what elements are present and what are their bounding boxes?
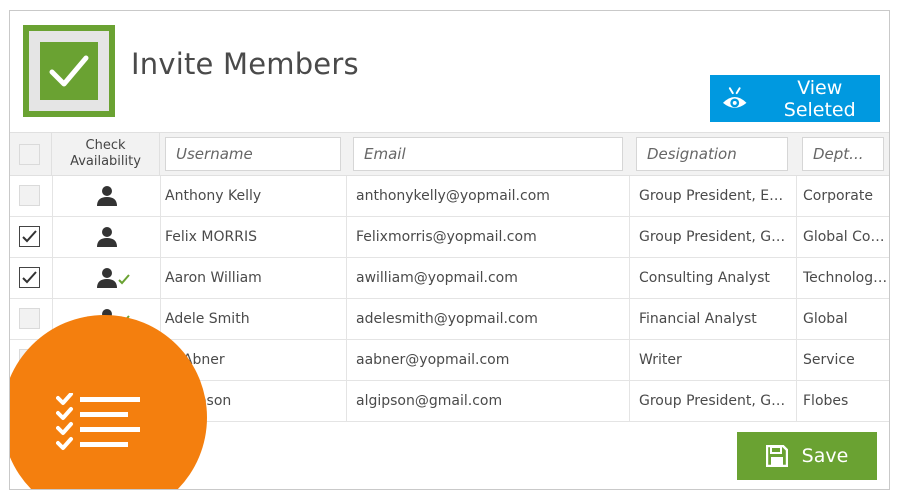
- email-cell: adelesmith@yopmail.com: [356, 311, 538, 327]
- column-divider: [160, 258, 161, 298]
- designation-cell: Group President, Glo...: [639, 229, 789, 245]
- department-cell: Global: [803, 311, 848, 327]
- column-divider: [346, 176, 347, 216]
- column-divider: [629, 258, 630, 298]
- column-divider: [346, 340, 347, 380]
- header-check-availability: Check Availability: [52, 133, 160, 176]
- column-divider: [629, 217, 630, 257]
- email-cell: awilliam@yopmail.com: [356, 270, 518, 286]
- column-divider: [346, 258, 347, 298]
- save-button[interactable]: Save: [737, 432, 877, 480]
- username-filter-input[interactable]: [165, 137, 341, 171]
- row-checkbox[interactable]: [19, 226, 40, 247]
- table-header: Check Availability: [10, 132, 889, 176]
- column-divider: [160, 217, 161, 257]
- select-all-checkbox[interactable]: [19, 144, 40, 165]
- column-divider: [796, 381, 797, 421]
- column-divider: [796, 217, 797, 257]
- header-check-label: Check: [85, 138, 126, 153]
- user-icon: [97, 268, 130, 288]
- department-filter-input[interactable]: [802, 137, 884, 171]
- user-icon: [97, 186, 117, 206]
- header-check-cell: [10, 133, 52, 176]
- checklist-icon: [56, 393, 140, 450]
- username-cell: Adele Smith: [165, 311, 250, 327]
- designation-cell: Group President, Ent...: [639, 188, 789, 204]
- save-label: Save: [801, 445, 849, 467]
- column-divider: [52, 176, 53, 216]
- floppy-disk-icon: [765, 445, 788, 467]
- designation-cell: Group President, Glo...: [639, 393, 789, 409]
- column-divider: [796, 258, 797, 298]
- header-availability-label: Availability: [70, 154, 141, 169]
- email-cell: algipson@gmail.com: [356, 393, 503, 409]
- username-cell: Aaron William: [165, 270, 262, 286]
- department-cell: Flobes: [803, 393, 849, 409]
- username-cell: Felix MORRIS: [165, 229, 257, 245]
- column-divider: [160, 176, 161, 216]
- view-selected-button[interactable]: View Seleted: [710, 75, 880, 122]
- row-checkbox[interactable]: [19, 185, 40, 206]
- table-row[interactable]: Aaron William awilliam@yopmail.com Consult…: [10, 258, 890, 299]
- row-checkbox[interactable]: [19, 308, 40, 329]
- column-divider: [346, 217, 347, 257]
- email-filter-input[interactable]: [353, 137, 623, 171]
- column-divider: [629, 176, 630, 216]
- column-divider: [52, 217, 53, 257]
- check-icon: [118, 274, 130, 285]
- view-selected-label: View Seleted: [783, 76, 856, 121]
- app-logo: [23, 25, 115, 117]
- invite-members-panel: Invite Members View Seleted Check Availa…: [9, 10, 890, 490]
- email-cell: Felixmorris@yopmail.com: [356, 229, 537, 245]
- user-icon: [97, 227, 117, 247]
- table-row[interactable]: Anthony Kelly anthonykelly@yopmail.com Gro…: [10, 176, 889, 217]
- department-cell: Service: [803, 352, 855, 368]
- table-row[interactable]: Felix MORRIS Felixmorris@yopmail.com Group…: [10, 217, 890, 258]
- department-cell: Global Cons...: [803, 229, 890, 245]
- department-cell: Technologies: [803, 270, 890, 286]
- row-checkbox[interactable]: [19, 267, 40, 288]
- designation-cell: Consulting Analyst: [639, 270, 770, 286]
- column-divider: [629, 299, 630, 339]
- designation-cell: Financial Analyst: [639, 311, 757, 327]
- column-divider: [629, 340, 630, 380]
- column-divider: [346, 299, 347, 339]
- department-cell: Corporate: [803, 188, 873, 204]
- checkmark-icon: [49, 55, 89, 87]
- username-cell: Anthony Kelly: [165, 188, 262, 204]
- eye-icon: [722, 86, 747, 108]
- page-title: Invite Members: [131, 47, 359, 81]
- designation-filter-input[interactable]: [636, 137, 788, 171]
- column-divider: [346, 381, 347, 421]
- email-cell: anthonykelly@yopmail.com: [356, 188, 550, 204]
- designation-cell: Writer: [639, 352, 682, 368]
- column-divider: [796, 299, 797, 339]
- column-divider: [796, 176, 797, 216]
- column-divider: [52, 258, 53, 298]
- email-cell: aabner@yopmail.com: [356, 352, 510, 368]
- column-divider: [629, 381, 630, 421]
- column-divider: [796, 340, 797, 380]
